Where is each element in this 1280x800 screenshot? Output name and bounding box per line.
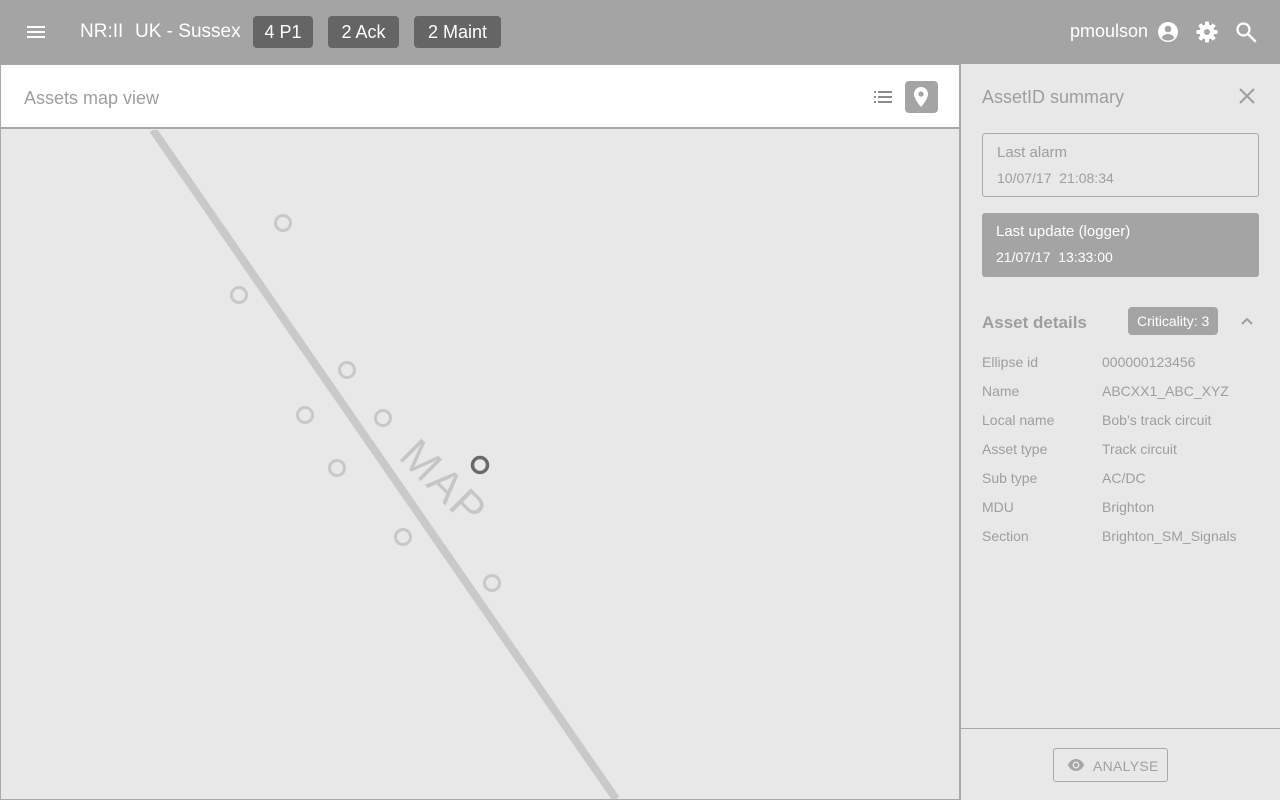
list-view-icon[interactable]	[871, 85, 895, 109]
detail-row-sub-type: Sub type AC/DC	[982, 470, 1262, 490]
detail-row-local-name: Local name Bob’s track circuit	[982, 412, 1262, 432]
map-view-button[interactable]	[905, 81, 938, 113]
criticality-badge: Criticality: 3	[1128, 307, 1219, 335]
analyse-button-label: ANALYSE	[1093, 758, 1159, 774]
detail-key: Sub type	[982, 470, 1038, 486]
detail-row-mdu: MDU Brighton	[982, 499, 1262, 519]
account-circle-icon[interactable]	[1156, 20, 1180, 44]
map-layer[interactable]	[1, 130, 959, 799]
detail-key: Section	[982, 528, 1029, 544]
last-update-value: 21/07/17 13:33:00	[996, 249, 1113, 265]
ack-alarms-chip[interactable]: 2 Ack	[328, 16, 399, 48]
asset-details-title: Asset details	[982, 313, 1087, 332]
detail-key: Asset type	[982, 441, 1048, 457]
detail-key: Name	[982, 383, 1020, 399]
asset-marker[interactable]	[394, 528, 412, 546]
analyse-button[interactable]: ANALYSE	[1053, 748, 1168, 782]
detail-value: Brighton_SM_Signals	[1102, 528, 1237, 544]
last-update-card: Last update (logger) 21/07/17 13:33:00	[982, 213, 1259, 277]
detail-value: Bob’s track circuit	[1102, 412, 1212, 428]
p1-alarms-chip[interactable]: 4 P1	[253, 16, 313, 48]
top-app-bar: NR:II UK - Sussex 4 P1 2 Ack 2 Maint pmo…	[0, 0, 1280, 64]
region-label: UK - Sussex	[135, 21, 241, 42]
detail-value: AC/DC	[1102, 470, 1146, 486]
detail-row-asset-type: Asset type Track circuit	[982, 441, 1262, 461]
asset-marker[interactable]	[483, 574, 501, 592]
last-alarm-value: 10/07/17 21:08:34	[997, 170, 1114, 186]
detail-key: MDU	[982, 499, 1014, 515]
rail-track-line	[149, 130, 620, 799]
asset-marker[interactable]	[296, 406, 314, 424]
detail-row-ellipse-id: Ellipse id 000000123456	[982, 354, 1262, 374]
summary-panel-title: AssetID summary	[982, 87, 1125, 107]
asset-marker[interactable]	[230, 286, 248, 304]
maint-alarms-chip[interactable]: 2 Maint	[414, 16, 501, 48]
menu-icon[interactable]	[24, 20, 48, 44]
map-canvas[interactable]: MAP	[1, 130, 959, 799]
detail-key: Local name	[982, 412, 1055, 428]
gear-icon[interactable]	[1195, 20, 1219, 44]
asset-marker[interactable]	[374, 409, 392, 427]
map-pin-icon	[914, 87, 928, 107]
username[interactable]: pmoulson	[1070, 21, 1148, 42]
last-alarm-card: Last alarm 10/07/17 21:08:34	[982, 133, 1259, 197]
eye-icon	[1067, 759, 1085, 771]
detail-row-name: Name ABCXX1_ABC_XYZ	[982, 383, 1262, 403]
detail-value: ABCXX1_ABC_XYZ	[1102, 383, 1229, 399]
close-icon[interactable]	[1235, 84, 1259, 108]
asset-marker[interactable]	[328, 459, 346, 477]
detail-value: Track circuit	[1102, 441, 1177, 457]
assets-map-panel: Assets map view MAP	[0, 64, 960, 800]
detail-key: Ellipse id	[982, 354, 1039, 370]
chevron-up-icon[interactable]	[1235, 309, 1259, 333]
asset-summary-panel: AssetID summary Last alarm 10/07/17 21:0…	[960, 64, 1280, 800]
app-brand: NR:II	[80, 21, 124, 42]
asset-marker[interactable]	[274, 214, 292, 232]
asset-marker-selected[interactable]	[470, 455, 490, 475]
last-alarm-label: Last alarm	[997, 144, 1068, 161]
detail-value: 000000123456	[1102, 354, 1196, 370]
detail-row-section: Section Brighton_SM_Signals	[982, 528, 1262, 548]
map-panel-header: Assets map view	[1, 64, 959, 129]
detail-value: Brighton	[1102, 499, 1155, 515]
last-update-label: Last update (logger)	[996, 223, 1131, 240]
summary-footer: ANALYSE	[961, 728, 1280, 800]
asset-marker[interactable]	[338, 361, 356, 379]
search-icon[interactable]	[1234, 20, 1258, 44]
map-panel-title: Assets map view	[24, 88, 160, 108]
